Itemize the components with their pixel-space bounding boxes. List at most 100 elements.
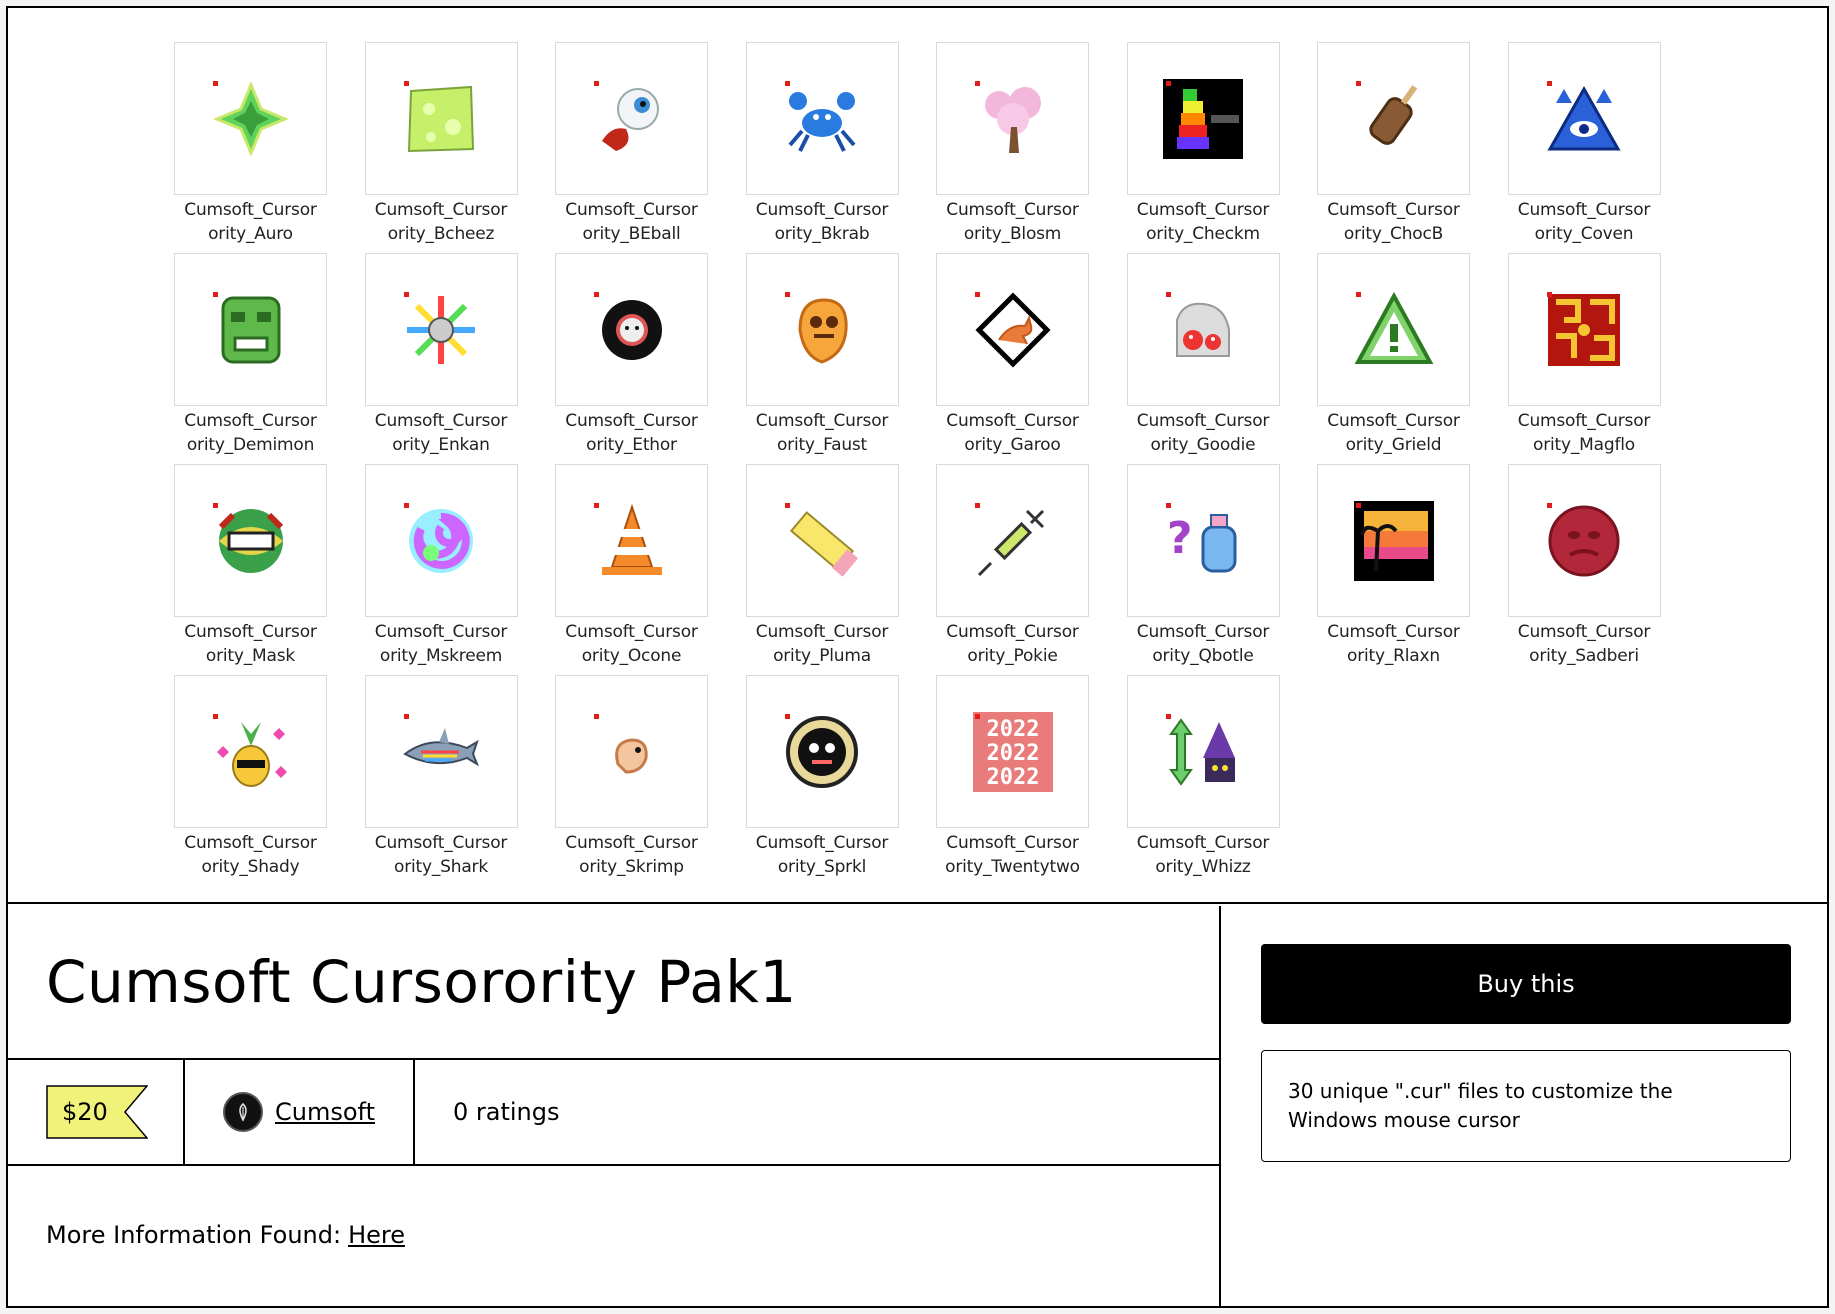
file-marker-dot <box>1546 81 1552 86</box>
file-name-line-2: ority_Garoo <box>964 435 1061 455</box>
seller-logo-icon <box>239 1102 247 1122</box>
mushroom-bag-icon <box>1176 302 1230 357</box>
cursor-thumbnail: ? <box>1126 464 1280 617</box>
file-name-line-2: ority_Shady <box>201 857 300 877</box>
file-name-line-2: ority_Goodie <box>1150 435 1256 455</box>
file-name-line-1: Cumsoft_Cursor <box>374 200 508 220</box>
file-marker-dot <box>975 81 980 86</box>
file-marker-dot <box>975 714 980 719</box>
file-name-line-1: Cumsoft_Cursor <box>1327 622 1460 642</box>
cursor-file-item: Cumsoft_Cursor ority_Shady <box>174 675 327 886</box>
file-marker-dot <box>1546 292 1552 297</box>
cursor-thumbnail <box>1317 42 1470 195</box>
cursor-thumbnail <box>1507 253 1661 406</box>
file-name-line-1: Cumsoft_Cursor <box>1517 622 1651 642</box>
blossom-tree-icon <box>984 86 1041 153</box>
cursor-thumbnail <box>936 464 1089 617</box>
file-name-line-1: Cumsoft_Cursor <box>565 200 698 220</box>
file-name-line-2: ority_Twentytwo <box>945 857 1080 877</box>
text-2022-icon: 202220222022 <box>972 711 1053 792</box>
cursor-file-item: Cumsoft_Cursor ority_Shark <box>364 675 518 886</box>
file-name-line-2: ority_Sprkl <box>777 857 867 877</box>
file-name-line-1: Cumsoft_Cursor <box>565 833 698 853</box>
file-name-line-1: Cumsoft_Cursor <box>1136 833 1270 853</box>
file-marker-dot <box>213 292 218 297</box>
buy-button[interactable]: Buy this <box>1261 944 1791 1024</box>
cursor-file-item: Cumsoft_Cursor ority_Ethor <box>555 253 708 464</box>
file-name-line-1: Cumsoft_Cursor <box>755 411 889 431</box>
file-name-line-1: Cumsoft_Cursor <box>565 411 698 431</box>
syringe-icon <box>977 509 1044 576</box>
cursor-thumbnail <box>1317 253 1470 406</box>
cursor-file-item: Cumsoft_Cursor ority_Blosm <box>936 42 1089 253</box>
cursor-thumbnail <box>936 42 1089 195</box>
product-card: Cumsoft_Cursor ority_Auro Cumsoft_Cursor or… <box>6 6 1829 1308</box>
cursor-file-name: Cumsoft_Cursor ority_Faust <box>746 409 899 457</box>
file-marker-dot <box>594 714 599 719</box>
cursor-file-item: Cumsoft_Cursor ority_Demimon <box>174 253 327 464</box>
question-bottle-icon: ? <box>1167 513 1237 572</box>
file-name-line-2: ority_ChocB <box>1343 224 1444 244</box>
rainbow-tower-icon <box>1163 78 1243 159</box>
cursor-thumbnail <box>745 675 899 828</box>
cursor-file-item: Cumsoft_Cursor ority_ChocB <box>1317 42 1470 253</box>
cursor-file-name: Cumsoft_Cursor ority_Garoo <box>936 409 1089 457</box>
file-name-line-2: ority_Demimon <box>186 435 315 455</box>
cursor-file-name: Cumsoft_Cursor ority_Bcheez <box>365 198 518 246</box>
file-name-line-1: Cumsoft_Cursor <box>1327 200 1460 220</box>
file-marker-dot <box>594 503 599 508</box>
cursor-file-name: Cumsoft_Cursor ority_Ocone <box>555 620 708 668</box>
price-tag: $20 <box>46 1085 148 1139</box>
file-name-line-2: ority_Mskreem <box>379 646 503 666</box>
purchase-panel: Buy this 30 unique ".cur" files to custo… <box>1223 906 1827 1308</box>
cursor-file-item: Cumsoft_Cursor ority_Pluma <box>745 464 899 675</box>
cursor-file-item: Cumsoft_Cursor ority_Mskreem <box>364 464 518 675</box>
cursor-file-item: Cumsoft_Cursor ority_Bkrab <box>745 42 899 253</box>
more-info-row: More Information Found: Here <box>8 1166 1219 1304</box>
cursor-file-item: Cumsoft_Cursor ority_Enkan <box>364 253 518 464</box>
file-name-line-2: ority_Qbotle <box>1152 646 1254 666</box>
file-name-line-2: ority_Bkrab <box>774 224 870 244</box>
cursor-thumbnail <box>1317 464 1470 617</box>
swirl-icon <box>409 508 473 573</box>
file-name-line-2: ority_Magflo <box>1533 435 1635 455</box>
cursor-file-name: Cumsoft_Cursor ority_Demimon <box>174 409 327 457</box>
cursor-thumbnail <box>174 42 327 195</box>
cursor-file-name: Cumsoft_Cursor ority_Blosm <box>936 198 1089 246</box>
cursor-file-name: Cumsoft_Cursor ority_Checkm <box>1127 198 1280 246</box>
file-marker-dot <box>784 714 790 719</box>
cursor-thumbnail <box>1126 42 1280 195</box>
cursor-file-name: Cumsoft_Cursor ority_Shark <box>365 831 518 879</box>
file-marker-dot <box>975 503 980 508</box>
more-info-link[interactable]: Here <box>348 1221 405 1249</box>
cursor-file-item: Cumsoft_Cursor ority_Grield <box>1317 253 1470 464</box>
cursor-file-item: Cumsoft_Cursor ority_Bcheez <box>364 42 518 253</box>
file-name-line-1: Cumsoft_Cursor <box>374 833 508 853</box>
warning-sign-icon <box>1354 291 1433 364</box>
file-name-line-1: Cumsoft_Cursor <box>755 200 889 220</box>
file-marker-dot <box>784 503 790 508</box>
cursor-file-name: Cumsoft_Cursor ority_Shady <box>174 831 327 879</box>
cursor-thumbnail <box>936 253 1089 406</box>
cursor-file-item: Cumsoft_Cursor ority_Garoo <box>936 253 1089 464</box>
pineapple-hearts-icon <box>216 721 287 787</box>
cursor-file-item: Cumsoft_Cursor ority_Sadberi <box>1507 464 1661 675</box>
seller-link[interactable]: Cumsoft <box>275 1098 375 1126</box>
product-info-panel: Cumsoft Cursorority Pak1 $20 Cumsoft 0 r… <box>8 906 1221 1308</box>
cursor-file-name: Cumsoft_Cursor ority_Auro <box>174 198 327 246</box>
seller-avatar[interactable] <box>223 1092 263 1132</box>
file-name-line-1: Cumsoft_Cursor <box>946 200 1079 220</box>
sunset-palm-icon <box>1353 500 1434 581</box>
cursor-thumbnail <box>745 253 899 406</box>
file-marker-dot <box>784 81 790 86</box>
file-name-line-1: Cumsoft_Cursor <box>184 411 317 431</box>
file-name-line-1: Cumsoft_Cursor <box>1136 411 1270 431</box>
file-marker-dot <box>1165 714 1171 719</box>
cursor-file-item: Cumsoft_Cursor ority_Magflo <box>1507 253 1661 464</box>
pyramid-eye-icon <box>1547 85 1621 150</box>
file-name-line-1: Cumsoft_Cursor <box>374 622 508 642</box>
cursor-file-name: Cumsoft_Cursor ority_Qbotle <box>1127 620 1280 668</box>
cursor-file-name: Cumsoft_Cursor ority_Enkan <box>365 409 518 457</box>
cursor-thumbnail: 2022 2022 2022 <box>936 675 1089 828</box>
red-maze-icon <box>1548 293 1620 366</box>
